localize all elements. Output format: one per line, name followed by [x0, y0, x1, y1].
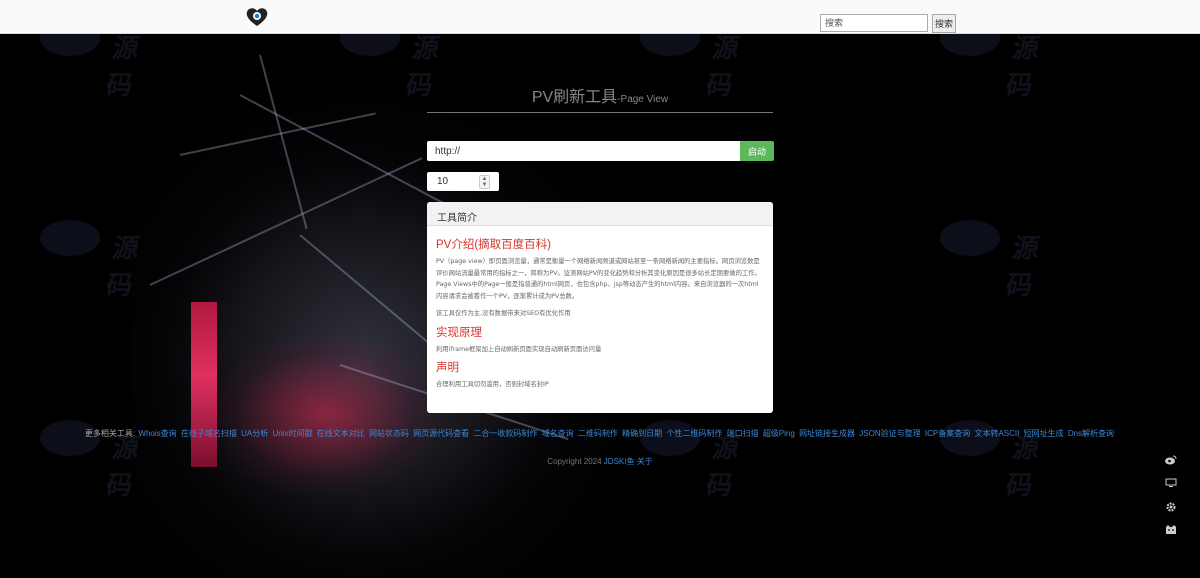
- tool-link[interactable]: 二维码制作: [578, 429, 618, 438]
- refresh-count-value: 10: [437, 176, 449, 187]
- tool-link[interactable]: 网站状态码: [369, 429, 409, 438]
- page-title-sub: -Page View: [617, 94, 669, 105]
- tool-link[interactable]: Unix时间戳: [272, 429, 312, 438]
- tool-intro-panel: 工具简介 PV介绍(摘取百度百科) PV（page view）即页面浏览量，通常…: [427, 202, 773, 413]
- tool-link[interactable]: 在线文本对比: [317, 429, 365, 438]
- search-button[interactable]: 搜索: [932, 14, 956, 33]
- cat-icon[interactable]: [1163, 524, 1179, 540]
- logo-icon[interactable]: [245, 7, 269, 27]
- about-link[interactable]: 关于: [637, 457, 653, 466]
- tool-link[interactable]: 端口扫描: [727, 429, 759, 438]
- author-link[interactable]: JDSKI鱼: [604, 457, 635, 466]
- section-principle-text: 利用iframe框架加上自动刷新页面实现自动刷新页面访问量: [436, 345, 602, 353]
- tool-link[interactable]: 超级Ping: [763, 429, 795, 438]
- section-pv-text: PV（page view）即页面浏览量，通常是衡量一个网络新闻频道或网站甚至一条…: [436, 258, 761, 300]
- poster-graphic: [191, 302, 217, 467]
- section-pv-note: 该工具仅作为主,没有数据带来对SEO有优化作用: [436, 310, 571, 317]
- title-divider: [427, 112, 773, 113]
- search-input[interactable]: [820, 14, 928, 32]
- links-prefix: 更多相关工具:: [84, 429, 136, 438]
- tool-link[interactable]: 短网址生成: [1024, 429, 1064, 438]
- section-principle-title: 实现原理: [436, 326, 482, 339]
- page-title-main: PV刷新工具: [531, 89, 618, 106]
- tool-link[interactable]: 域名查询: [542, 429, 574, 438]
- monitor-icon[interactable]: [1163, 478, 1179, 494]
- section-statement-text: 合理利用工具切勿滥用，否则封域名封IP: [436, 381, 549, 388]
- tool-link[interactable]: ICP备案查询: [925, 429, 970, 438]
- tool-link[interactable]: Whois查询: [138, 429, 176, 438]
- tool-link[interactable]: 在线子域名扫描: [181, 429, 237, 438]
- start-button[interactable]: 启动: [740, 141, 774, 161]
- page-title: PV刷新工具-Page View: [427, 83, 773, 107]
- url-input[interactable]: [427, 141, 740, 161]
- section-statement-title: 声明: [436, 362, 459, 374]
- copyright: Copyright 2024 JDSKI鱼 关于: [0, 456, 1200, 467]
- tool-link[interactable]: 文本转ASCII: [974, 429, 1019, 438]
- related-tools-links: 更多相关工具: Whois查询 在线子域名扫描 UA分析 Unix时间戳 在线文…: [0, 428, 1200, 439]
- weibo-icon[interactable]: [1163, 455, 1179, 471]
- panel-heading: 工具简介: [427, 202, 773, 226]
- section-pv-title: PV介绍(摘取百度百科): [436, 239, 551, 251]
- tool-link[interactable]: 精确到日期: [622, 429, 662, 438]
- copyright-text: Copyright 2024: [547, 457, 602, 466]
- refresh-count-stepper[interactable]: 10 ▲ ▼: [427, 172, 499, 191]
- tool-link[interactable]: 个性二维码制作: [666, 429, 722, 438]
- tool-link[interactable]: 二合一收款码制作: [473, 429, 537, 438]
- tool-link[interactable]: Dns解析查询: [1068, 429, 1114, 438]
- gear-icon[interactable]: [1163, 501, 1179, 517]
- top-navbar: 搜索: [0, 0, 1200, 34]
- side-toolbar: [1163, 455, 1179, 547]
- tool-link[interactable]: UA分析: [241, 429, 268, 438]
- tool-link[interactable]: 网页源代码查看: [413, 429, 469, 438]
- spinner-arrows-icon[interactable]: ▲ ▼: [479, 175, 490, 189]
- tool-link[interactable]: 网址链接生成器: [799, 429, 855, 438]
- tool-link[interactable]: JSON验证与整理: [859, 429, 920, 438]
